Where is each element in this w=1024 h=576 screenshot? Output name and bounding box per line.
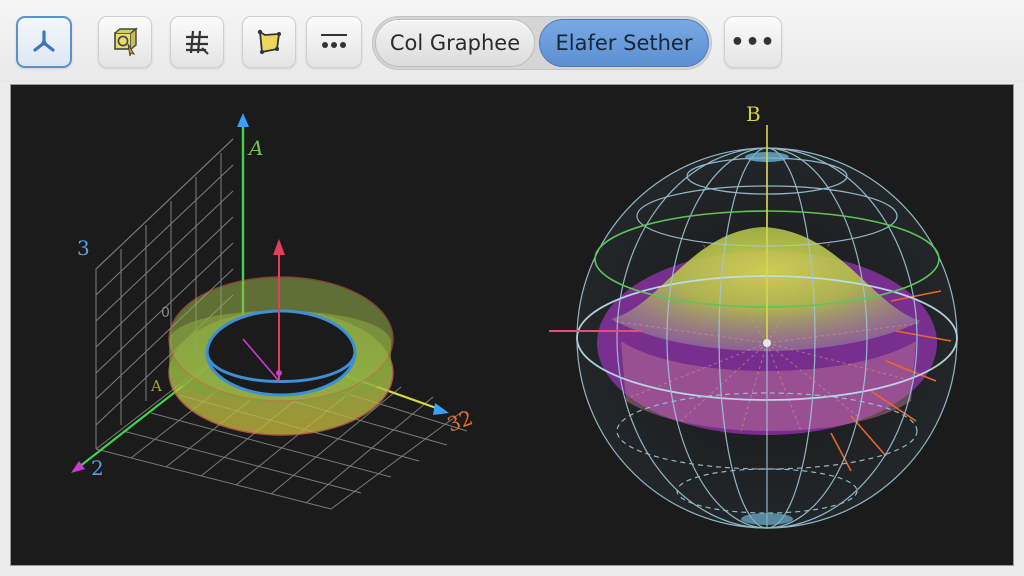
axis-b-label: B	[746, 102, 761, 126]
axis-a-label: A	[247, 136, 263, 160]
dots-line-icon	[321, 34, 347, 48]
col-graphee-tab[interactable]: Col Graphee	[375, 19, 535, 67]
center-arrow-head	[273, 239, 285, 255]
axis-3-label: 3	[77, 236, 90, 260]
right-3d-view[interactable]: B	[549, 102, 958, 529]
left-3d-view[interactable]: A 3 2 32 A 0	[71, 113, 476, 510]
small-zero-label: 0	[161, 305, 170, 321]
torus-surface	[168, 276, 394, 436]
axes-icon	[33, 30, 55, 52]
toolbar: Col Graphee Elafer Sether •••	[0, 0, 1024, 82]
view-toggle: Col Graphee Elafer Sether	[372, 16, 712, 70]
more-options-button[interactable]: •••	[724, 16, 782, 68]
small-a-label: A	[150, 377, 162, 395]
grid-icon	[186, 30, 209, 55]
elafer-sether-tab[interactable]: Elafer Sether	[539, 19, 709, 67]
options-tool-button[interactable]	[306, 16, 362, 68]
center-point	[276, 370, 282, 376]
surface-tool-button[interactable]	[242, 16, 296, 68]
select-object-button[interactable]	[98, 16, 152, 68]
app-window: Col Graphee Elafer Sether ••• A 3 2 32 A…	[0, 0, 1024, 576]
grid-tool-button[interactable]	[170, 16, 224, 68]
sphere-center-point	[763, 339, 771, 347]
select-object-icon	[114, 27, 138, 57]
axis-32-label: 32	[444, 405, 476, 436]
graphics-canvas[interactable]: A 3 2 32 A 0 B	[11, 85, 1014, 566]
vertical-axis-arrow	[237, 113, 249, 127]
axis-2-label: 2	[91, 456, 104, 480]
surface-icon	[257, 29, 281, 54]
south-pole-cap	[741, 513, 793, 525]
axes-tool-button[interactable]	[16, 16, 72, 68]
graphics-viewport[interactable]: A 3 2 32 A 0 B	[10, 84, 1014, 566]
